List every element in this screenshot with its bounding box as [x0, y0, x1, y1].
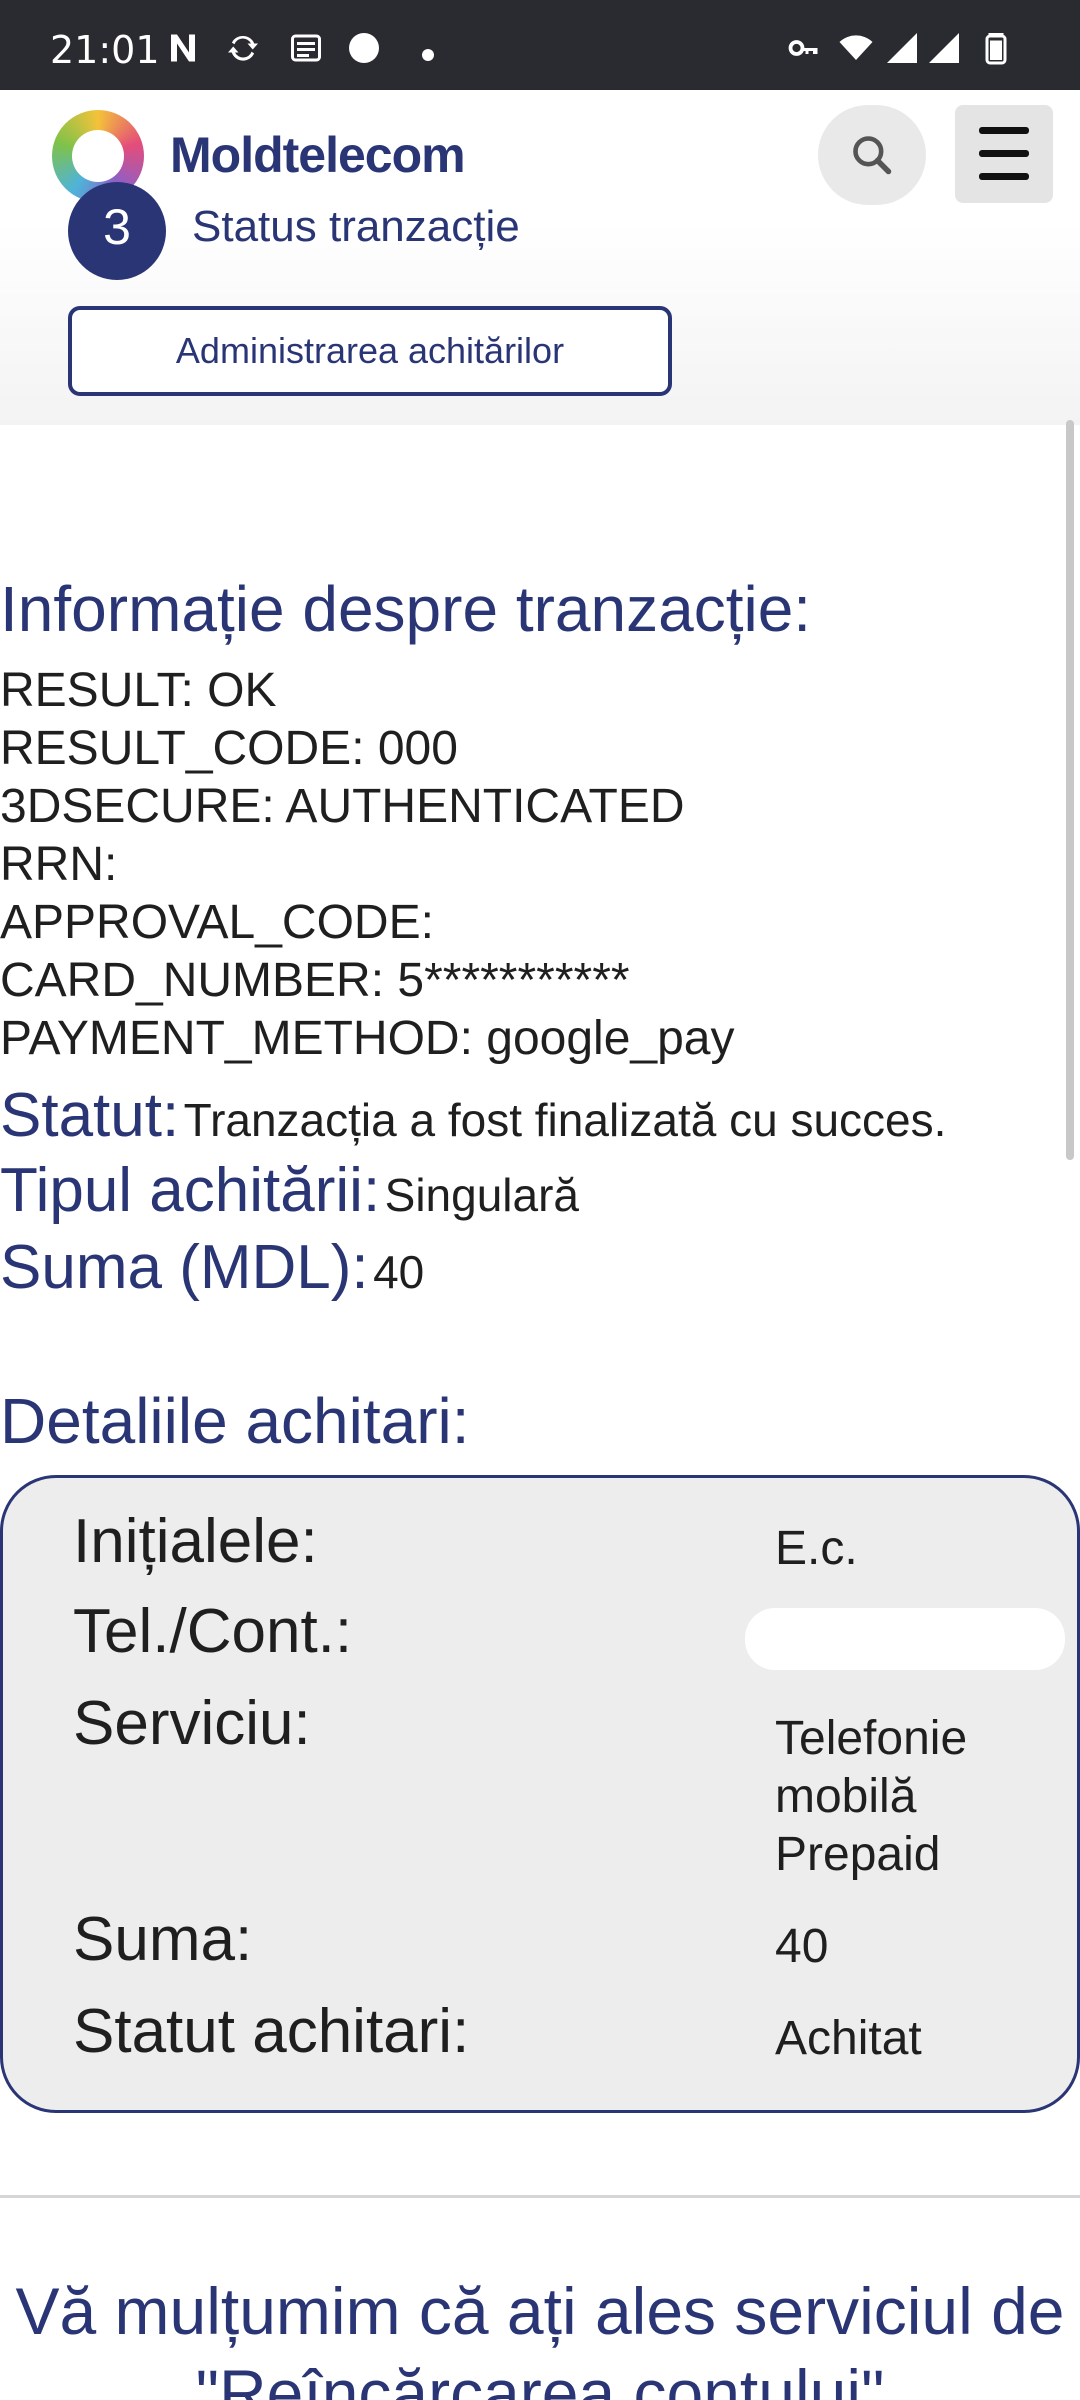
circle-icon [346, 30, 382, 66]
signal-icon [926, 30, 962, 66]
step-number: 3 [68, 182, 166, 280]
status-bar: 21:01 [0, 0, 1080, 90]
battery-icon [978, 30, 1014, 66]
hamburger-icon [979, 150, 1029, 157]
scrollbar[interactable] [1066, 420, 1074, 1160]
card-number-line: CARD_NUMBER: 5*********** [0, 954, 630, 1007]
sync-icon [225, 30, 261, 66]
initials-value: E.c. [775, 1522, 858, 1575]
status-label: Statut: [0, 1081, 180, 1150]
payment-type-row: Tipul achitării: Singulară [0, 1155, 579, 1226]
search-button[interactable] [818, 105, 926, 205]
hamburger-menu-button[interactable] [955, 105, 1053, 203]
result-code-line: RESULT_CODE: 000 [0, 722, 458, 775]
admin-payments-button[interactable]: Administrarea achitărilor [68, 306, 672, 396]
status-row: Statut: Tranzacția a fost finalizată cu … [0, 1080, 946, 1151]
sum-row: Suma (MDL): 40 [0, 1232, 424, 1303]
service-label: Serviciu: [73, 1689, 311, 1758]
divider [0, 2195, 1080, 2198]
transaction-info-list: RESULT: OK RESULT_CODE: 000 3DSECURE: AU… [0, 662, 734, 1068]
notification-dot-icon [422, 49, 434, 61]
hamburger-icon [979, 127, 1029, 134]
result-line: RESULT: OK [0, 664, 277, 717]
payment-method-line: PAYMENT_METHOD: google_pay [0, 1012, 735, 1065]
news-icon [288, 30, 324, 66]
payment-details-heading: Detaliile achitari: [0, 1385, 470, 1457]
redaction-mark [745, 1608, 1065, 1670]
search-icon [853, 136, 892, 175]
status-value: Tranzacția a fost finalizată cu succes. [183, 1094, 947, 1146]
payment-details-card: Inițialele: E.c. Tel./Cont.: Serviciu: T… [0, 1475, 1080, 2113]
step-section: 3 Status tranzacție Administrarea achită… [0, 182, 1080, 425]
thank-you-message: Vă mulțumim că ați ales serviciul de "Re… [15, 2274, 1065, 2400]
transaction-info-heading: Informație despre tranzacție: [0, 573, 812, 645]
status-time: 21:01 [50, 28, 160, 72]
sum-label: Suma (MDL): [0, 1233, 369, 1302]
phone-account-label: Tel./Cont.: [73, 1597, 353, 1666]
service-value: Telefonie mobilă Prepaid [775, 1712, 968, 1881]
amount-label: Suma: [73, 1905, 253, 1974]
step-title: Status tranzacție [192, 202, 520, 251]
payment-type-label: Tipul achitării: [0, 1156, 381, 1225]
amount-value: 40 [775, 1920, 829, 1973]
brand-name[interactable]: Moldtelecom [170, 126, 466, 184]
n-icon [165, 30, 201, 66]
initials-label: Inițialele: [73, 1507, 318, 1576]
approval-code-line: APPROVAL_CODE: [0, 896, 434, 949]
3dsecure-line: 3DSECURE: AUTHENTICATED [0, 780, 685, 833]
payment-status-value: Achitat [775, 2012, 922, 2065]
hamburger-icon [979, 173, 1029, 180]
signal-icon [884, 30, 920, 66]
vpn-key-icon [786, 30, 822, 66]
payment-status-label: Statut achitari: [73, 1997, 470, 2066]
wifi-icon [838, 30, 874, 66]
rrn-line: RRN: [0, 838, 118, 891]
sum-value: 40 [373, 1246, 425, 1298]
payment-type-value: Singulară [384, 1169, 579, 1221]
site-header: Moldtelecom [0, 90, 1080, 220]
